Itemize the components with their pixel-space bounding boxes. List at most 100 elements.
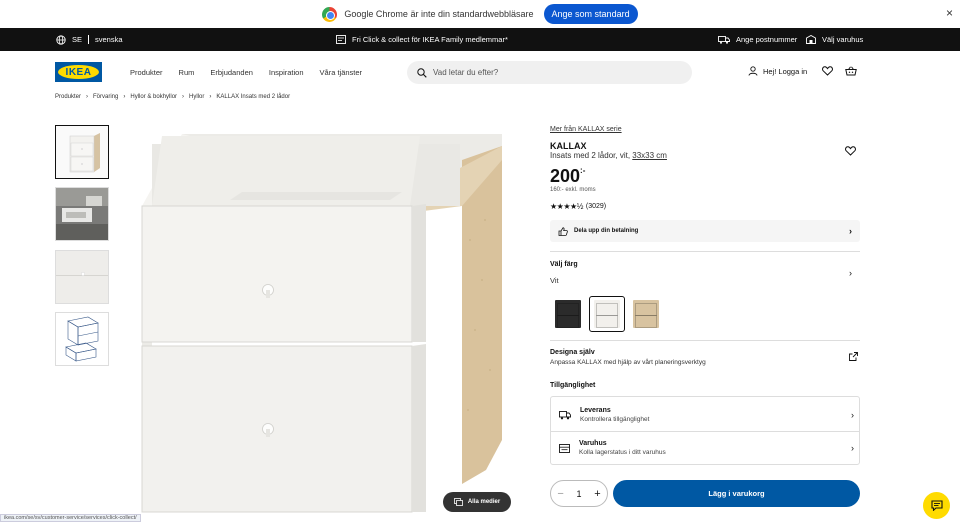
chevron-right-icon: › [851, 443, 854, 453]
click-collect-icon [336, 35, 346, 44]
chrome-logo-icon [322, 6, 338, 22]
nav-link-rooms[interactable]: Rum [179, 68, 195, 77]
nav-link-services[interactable]: Våra tjänster [320, 68, 363, 77]
store-stock-title: Varuhus [579, 440, 607, 447]
language-label: svenska [95, 35, 123, 44]
search-input[interactable]: Vad letar du efter? [407, 61, 692, 84]
language-selector[interactable]: SE svenska [56, 34, 123, 45]
thumbnail-image [56, 313, 108, 365]
set-default-button[interactable]: Ange som standard [543, 4, 638, 24]
breadcrumb-item[interactable]: Hyllor & bokhyllor [130, 94, 177, 100]
breadcrumb-item[interactable]: Hyllor [189, 94, 204, 100]
postcode-label: Ange postnummer [736, 35, 798, 44]
promo-link[interactable]: Fri Click & collect för IKEA Family medl… [336, 35, 508, 44]
delivery-subtitle: Kontrollera tillgänglighet [580, 416, 650, 423]
default-browser-message: Google Chrome är inte din standardwebblä… [344, 9, 534, 19]
user-icon [748, 66, 758, 76]
chevron-right-icon: › [849, 226, 852, 236]
thumbnail-image [56, 251, 108, 303]
status-bar-url: ikea.com/se/sv/customer-service/services… [0, 514, 141, 522]
store-button[interactable]: Välj varuhus [806, 35, 863, 44]
thumbnail-in-use[interactable] [55, 187, 109, 241]
breadcrumb-item[interactable]: Förvaring [93, 94, 118, 100]
chevron-right-icon: › [209, 94, 212, 100]
nav-link-inspiration[interactable]: Inspiration [269, 68, 304, 77]
quantity-value[interactable]: 1 [576, 489, 581, 499]
delivery-title: Leverans [580, 407, 611, 414]
store-stock-row[interactable]: Varuhus Kolla lagerstatus i ditt varuhus… [559, 432, 854, 464]
quantity-stepper: − 1 + [550, 480, 608, 507]
favorite-heart-icon[interactable] [845, 146, 856, 156]
price-ex-vat: 160:- exkl. moms [550, 187, 596, 193]
series-link[interactable]: Mer från KALLAX serie [550, 126, 622, 133]
divider [88, 35, 90, 44]
store-label: Välj varuhus [822, 35, 864, 44]
availability-title: Tillgänglighet [550, 382, 596, 389]
rating-count: (3029) [585, 203, 607, 210]
chevron-right-icon: › [851, 410, 854, 420]
close-icon[interactable]: × [946, 6, 953, 20]
rating-stars-icon: ★★★★½ [550, 202, 583, 211]
swatch-white-image [594, 300, 620, 328]
top-bar: SE svenska Fri Click & collect för IKEA … [0, 28, 960, 51]
product-main-image[interactable] [130, 120, 530, 520]
divider [550, 340, 860, 341]
default-browser-bar: Google Chrome är inte din standardwebblä… [0, 0, 960, 28]
cart-icon[interactable] [845, 66, 857, 76]
store-icon [806, 35, 816, 44]
swatch-black[interactable] [550, 296, 586, 332]
product-name: KALLAX [550, 141, 587, 151]
login-button[interactable]: Hej! Logga in [748, 66, 807, 76]
nav-link-offers[interactable]: Erbjudanden [210, 68, 253, 77]
delivery-row[interactable]: Leverans Kontrollera tillgänglighet › [559, 399, 854, 431]
thumbnail-front[interactable] [55, 125, 109, 179]
swatch-white[interactable] [589, 296, 625, 332]
login-label: Hej! Logga in [763, 66, 808, 76]
decrease-quantity-button[interactable]: − [557, 488, 563, 500]
truck-icon [718, 35, 730, 44]
swatch-birch-image [633, 300, 659, 328]
add-to-cart-label: Lägg i varukorg [708, 489, 765, 498]
description-text: Insats med 2 lådor, vit, [550, 151, 631, 160]
design-title[interactable]: Designa själv [550, 349, 595, 356]
price-value: 200 [550, 166, 581, 186]
design-subtitle: Anpassa KALLAX med hjälp av vårt planeri… [550, 359, 706, 366]
promo-text: Fri Click & collect för IKEA Family medl… [352, 35, 508, 44]
chevron-right-icon: › [123, 94, 126, 100]
search-icon [417, 67, 427, 78]
rating[interactable]: ★★★★½ (3029) [550, 202, 606, 211]
price: 200:- [550, 166, 585, 187]
store-stock-text: Varuhus Kolla lagerstatus i ditt varuhus [579, 440, 851, 456]
choose-color-title: Välj färg [550, 261, 578, 268]
store-icon [559, 443, 570, 453]
increase-quantity-button[interactable]: + [594, 488, 600, 500]
chat-button[interactable] [923, 492, 950, 519]
availability-box: Leverans Kontrollera tillgänglighet › Va… [550, 396, 860, 465]
split-payment-label: Dela upp din betalning [574, 228, 639, 234]
ikea-logo[interactable]: IKEA [55, 62, 102, 82]
thumbnail-image [56, 188, 108, 240]
all-media-label: Alla medier [467, 499, 501, 505]
split-payment-banner[interactable]: Dela upp din betalning › [550, 220, 860, 242]
delivery-text: Leverans Kontrollera tillgänglighet [580, 407, 851, 423]
chevron-right-icon[interactable]: › [849, 268, 852, 278]
country-code: SE [72, 35, 83, 44]
breadcrumb-current: KALLAX Insats med 2 lådor [216, 94, 291, 100]
globe-icon [56, 34, 66, 45]
all-media-button[interactable]: Alla medier [443, 492, 511, 512]
thumbnail-detail[interactable] [55, 250, 109, 304]
nav-link-products[interactable]: Produkter [130, 68, 163, 77]
truck-icon [559, 410, 571, 419]
add-to-cart-button[interactable]: Lägg i varukorg [613, 480, 860, 507]
breadcrumb-item[interactable]: Produkter [55, 94, 81, 100]
store-stock-subtitle: Kolla lagerstatus i ditt varuhus [579, 449, 666, 456]
selected-color: Vit [550, 276, 559, 285]
search-placeholder: Vad letar du efter? [433, 68, 499, 77]
thumbnail-drawing[interactable] [55, 312, 109, 366]
postcode-button[interactable]: Ange postnummer [718, 35, 797, 44]
external-link-icon[interactable] [849, 352, 858, 361]
dimensions-link[interactable]: 33x33 cm [632, 151, 667, 160]
heart-icon[interactable] [822, 66, 833, 76]
swatch-birch[interactable] [628, 296, 664, 332]
main-navigation: IKEA Produkter Rum Erbjudanden Inspirati… [0, 51, 960, 93]
